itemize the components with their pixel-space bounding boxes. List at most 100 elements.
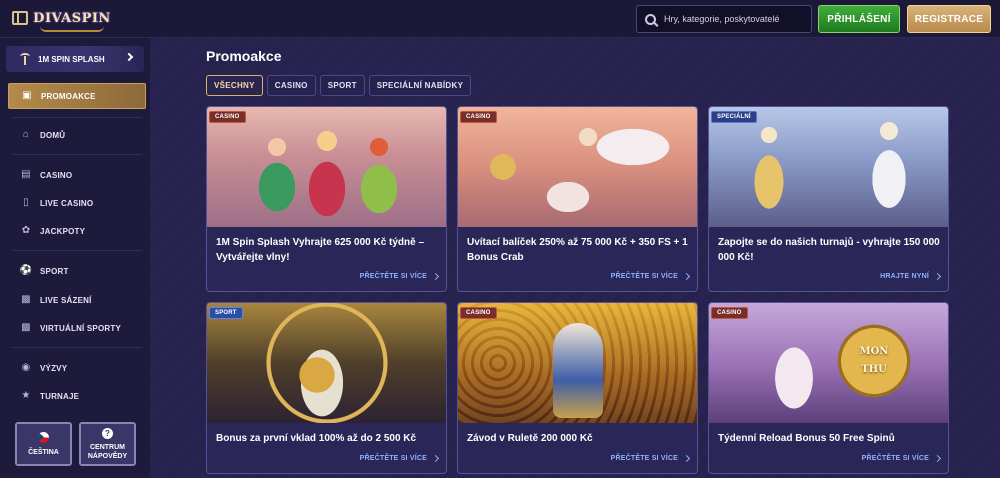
sidebar-item-promoakce[interactable]: ▣ PROMOAKCE [8,83,146,109]
read-more-link[interactable]: PŘEČTĚTE SI VÍCE [611,454,691,463]
challenge-icon: ◉ [21,362,31,373]
sidebar-item-label: VIRTUÁLNÍ SPORTY [40,323,121,333]
search-box[interactable] [636,5,812,33]
promo-card-image: MON THU [709,303,948,423]
sidebar-item-virtual-sports[interactable]: ▩ VIRTUÁLNÍ SPORTY [8,315,146,341]
sidebar-item-label: TURNAJE [40,391,80,401]
sidebar-item-casino[interactable]: ▤ CASINO [8,162,146,188]
slot-machine-icon: ▤ [21,169,31,180]
virtual-sports-icon: ▩ [21,322,31,333]
chevron-right-icon [682,272,691,281]
cta-label: PŘEČTĚTE SI VÍCE [610,273,678,280]
promo-card[interactable]: CASINO Uvítací balíček 250% až 75 000 Kč… [457,106,698,292]
read-more-link[interactable]: PŘEČTĚTE SI VÍCE [861,454,942,463]
trophy-icon: ★ [21,390,31,401]
promo-card-image [207,107,446,227]
promo-card-image [207,303,446,423]
sidebar-item-label: SPORT [40,266,69,276]
gift-icon: ▣ [22,90,32,101]
filter-tabs: VŠECHNY CASINO SPORT SPECIÁLNÍ NABÍDKY [206,75,472,96]
promo-card[interactable]: SPORT Bonus za první vklad 100% až do 2 … [206,302,447,474]
promo-card-image [458,107,697,227]
category-badge: CASINO [460,111,497,123]
sidebar-item-label: LIVE SÁZENÍ [40,295,92,305]
promo-card-title: Zapojte se do našich turnajů - vyhrajte … [718,237,940,263]
sidebar-item-label: CASINO [40,170,73,180]
language-label: ČEŠTINA [28,448,59,456]
sidebar-divider [12,250,142,251]
promo-card[interactable]: CASINO Závod v Ruletě 200 000 Kč PŘEČTĚT… [457,302,698,474]
category-badge: CASINO [711,307,748,319]
sidebar-item-sport[interactable]: ⚽ SPORT [8,258,146,284]
cta-label: PŘEČTĚTE SI VÍCE [359,455,427,462]
chevron-right-icon [933,272,942,281]
filter-tab-all[interactable]: VŠECHNY [206,75,263,96]
promo-card-image [458,303,697,423]
promo-card-title: 1M Spin Splash Vyhrajte 625 000 Kč týdně… [216,237,425,263]
sidebar-divider [12,117,142,118]
character-figure [553,323,603,418]
chevron-right-icon [124,52,134,62]
cta-label: PŘEČTĚTE SI VÍCE [359,273,427,280]
promo-card[interactable]: CASINO 1M Spin Splash Vyhrajte 625 000 K… [206,106,447,292]
filter-tab-casino[interactable]: CASINO [266,75,316,96]
cta-label: HRAJTE NYNÍ [880,273,929,280]
search-icon [645,13,656,25]
promo-card-title: Uvítací balíček 250% až 75 000 Kč + 350 … [467,237,688,263]
promo-card[interactable]: SPECIÁLNÍ Zapojte se do našich turnajů -… [708,106,949,292]
coin-inscription: MON THU [859,346,889,375]
help-icon: ? [102,427,113,439]
filter-tab-special-offers[interactable]: SPECIÁLNÍ NABÍDKY [368,75,472,96]
promo-card-title: Bonus za první vklad 100% až do 2 500 Kč [216,433,417,444]
sidebar: 1M SPIN SPLASH ▣ PROMOAKCE ⌂ DOMŮ ▤ CASI… [0,38,150,478]
cta-label: PŘEČTĚTE SI VÍCE [861,455,929,462]
chevron-right-icon [682,454,691,463]
sidebar-promo-banner[interactable]: 1M SPIN SPLASH [6,46,144,72]
top-header: DIVASPIN PŘIHLÁŠENÍ REGISTRACE [0,0,1000,38]
filter-tab-sport[interactable]: SPORT [319,75,365,96]
sidebar-item-live-betting[interactable]: ▩ LIVE SÁZENÍ [8,287,146,313]
category-badge: CASINO [209,111,246,123]
sidebar-item-label: PROMOAKCE [41,91,96,101]
language-button[interactable]: ČEŠTINA [15,422,72,466]
category-badge: CASINO [460,307,497,319]
login-button[interactable]: PŘIHLÁŠENÍ [818,5,900,33]
live-betting-icon: ▩ [21,294,31,305]
search-input[interactable] [664,14,811,24]
register-button[interactable]: REGISTRACE [907,5,991,33]
promo-banner-label: 1M SPIN SPLASH [38,54,105,64]
sidebar-item-tournaments[interactable]: ★ TURNAJE [8,383,146,409]
promo-card-image [709,107,948,227]
chevron-right-icon [431,454,440,463]
sidebar-toggle-icon[interactable] [12,11,28,25]
logo[interactable]: DIVASPIN [33,6,110,32]
sidebar-item-jackpots[interactable]: ✿ JACKPOTY [8,218,146,244]
palm-tree-icon [20,53,30,65]
category-badge: SPECIÁLNÍ [711,111,757,123]
home-icon: ⌂ [22,129,30,140]
sidebar-divider [12,347,142,348]
ball-icon: ⚽ [19,265,33,276]
live-casino-icon: ▯ [23,197,29,208]
sidebar-item-home[interactable]: ⌂ DOMŮ [8,122,146,148]
page-title: Promoakce [206,48,282,64]
sidebar-divider [12,154,142,155]
promo-card[interactable]: MON THU CASINO Týdenní Reload Bonus 50 F… [708,302,949,474]
sidebar-item-label: DOMŮ [40,130,66,140]
czech-flag-icon [38,431,49,443]
read-more-link[interactable]: PŘEČTĚTE SI VÍCE [359,454,440,463]
sidebar-item-label: LIVE CASINO [40,198,94,208]
promo-card-title: Týdenní Reload Bonus 50 Free Spinů [718,433,895,444]
chevron-right-icon [933,454,942,463]
jackpot-icon: ✿ [21,225,31,236]
sidebar-item-live-casino[interactable]: ▯ LIVE CASINO [8,190,146,216]
help-center-button[interactable]: ? CENTRUM NÁPOVĚDY [79,422,136,466]
promo-card-title: Závod v Ruletě 200 000 Kč [467,433,593,444]
chevron-right-icon [431,272,440,281]
sidebar-item-challenges[interactable]: ◉ VÝZVY [8,355,146,381]
category-badge: SPORT [209,307,243,319]
read-more-link[interactable]: PŘEČTĚTE SI VÍCE [359,272,440,281]
sidebar-item-label: VÝZVY [40,363,68,373]
play-now-link[interactable]: HRAJTE NYNÍ [880,272,942,281]
read-more-link[interactable]: PŘEČTĚTE SI VÍCE [610,272,691,281]
